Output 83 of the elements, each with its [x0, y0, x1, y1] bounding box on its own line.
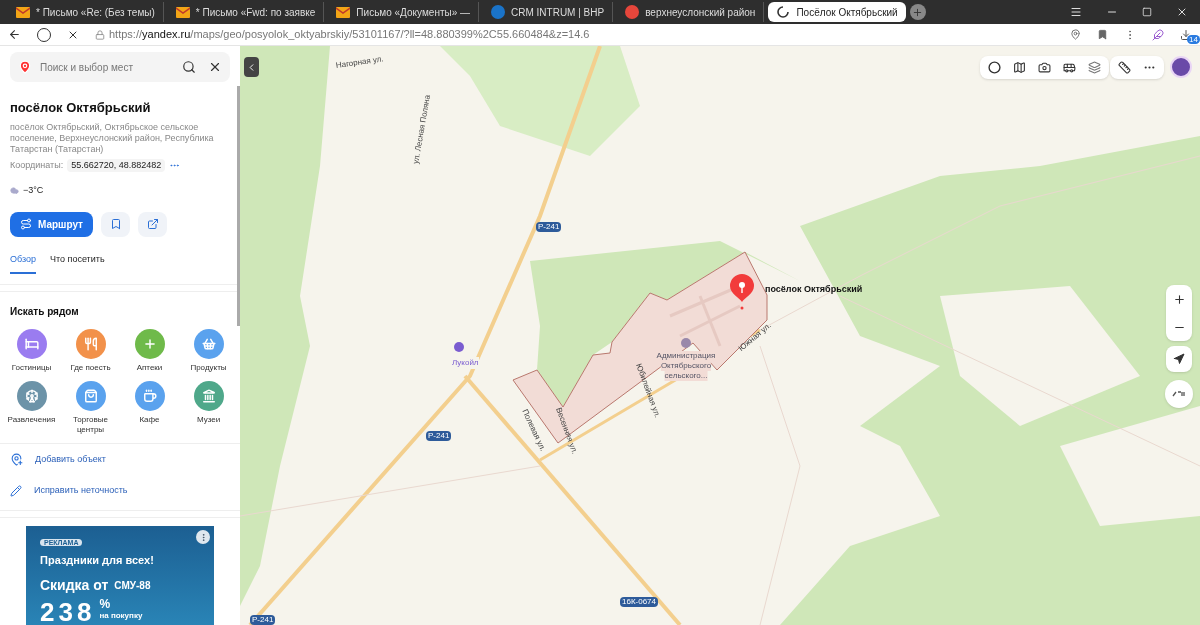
browser-tab[interactable]: * Письмо «Fwd: по заявке — [167, 2, 325, 22]
more-button[interactable] — [196, 530, 210, 544]
category-button[interactable]: Развлечения — [2, 381, 61, 435]
browser-tab[interactable]: Письмо «Документы» — — [328, 2, 479, 22]
temperature: −3°C — [23, 184, 44, 197]
loading-spinner-icon — [776, 5, 791, 19]
share-icon — [146, 218, 159, 230]
category-button[interactable]: Аптеки — [120, 329, 179, 373]
ad-headline: Праздники для всех! — [40, 553, 155, 568]
category-button[interactable]: Кафе — [120, 381, 179, 435]
ruler-icon[interactable] — [1118, 61, 1131, 74]
section-tab[interactable]: Что посетить — [50, 252, 105, 274]
map-icon[interactable] — [1013, 61, 1026, 74]
action-link[interactable]: Добавить объект — [10, 444, 106, 475]
browser-tab[interactable]: Посёлок Октябрьский — [768, 2, 906, 22]
route-icon — [20, 218, 32, 230]
pencil-icon — [10, 484, 22, 497]
location-icon[interactable] — [1070, 29, 1081, 40]
bookmark-button[interactable] — [101, 211, 130, 237]
road-number-label: 16К-0674 — [620, 597, 659, 607]
section-title: Искать рядом — [10, 305, 80, 319]
place-label: посёлок Октябрьский — [765, 283, 863, 296]
gas-station-label[interactable]: Лукойл — [452, 357, 479, 369]
pen-icon[interactable] — [1152, 28, 1164, 41]
category-button[interactable]: Продукты — [179, 329, 238, 373]
road-number-label: Р-241 — [250, 615, 276, 625]
road-number-label: Р-241 — [536, 222, 562, 232]
zoom-in-icon[interactable] — [1172, 292, 1186, 306]
category-button[interactable]: Музеи — [179, 381, 238, 435]
new-tab-button[interactable] — [909, 4, 926, 20]
download-count-badge: 14 — [1187, 34, 1200, 44]
url-field[interactable]: https://yandex.ru/maps/geo/posyolok_oktyabrskiy/53101167/?ll=48.880399%2C55.660484&z=14.6 — [95, 26, 1054, 43]
browser-tab[interactable]: верхнеуслонский район — [617, 2, 765, 22]
camera-icon[interactable] — [1038, 61, 1051, 74]
close-icon[interactable] — [208, 60, 222, 74]
circle-icon[interactable] — [988, 61, 1001, 74]
category-button[interactable]: Гостиницы — [2, 329, 61, 373]
ad-brand: СМУ-88 — [114, 578, 151, 593]
ad-big-number: 238 — [40, 597, 96, 625]
my-location-button[interactable] — [1166, 346, 1192, 372]
ad-percent: % — [99, 597, 112, 611]
browser-tab[interactable]: CRM INTRUM | ВНР — [483, 2, 614, 22]
ad-note: на покупку — [99, 610, 143, 621]
map-pin-icon — [18, 60, 32, 74]
search-field[interactable]: Поиск и выбор мест — [10, 52, 230, 82]
menu-icon[interactable] — [1070, 6, 1082, 18]
street-label: Нагорная ул. — [335, 53, 385, 72]
bookmark-icon — [109, 218, 122, 230]
place-address: посёлок Октябрьский, Октябрьское сельское поселение, Верхнеуслонский район, Республика Татарстан (Татарстан) — [10, 121, 215, 155]
place-title: посёлок Октябрьский — [10, 99, 152, 117]
ad-discount-text: Скидка от — [40, 575, 109, 595]
envelope-icon — [16, 6, 30, 18]
map-pin-icon[interactable] — [730, 274, 754, 310]
coordinates-value[interactable]: 55.662720, 48.882482 — [67, 158, 166, 172]
close-icon[interactable] — [1176, 6, 1188, 18]
section-tab[interactable]: Обзор — [10, 252, 36, 274]
add-place-icon — [10, 453, 23, 466]
coordinates-label: Координаты: — [10, 158, 64, 172]
restore-icon[interactable] — [1142, 7, 1152, 17]
envelope-icon — [336, 6, 351, 18]
browser-tab[interactable]: * Письмо «Re: (Без темы) — [8, 2, 164, 22]
plus-icon — [912, 6, 924, 18]
category-button[interactable]: Торговые центры — [61, 381, 120, 435]
route-button[interactable]: Маршрут — [10, 211, 93, 237]
back-icon[interactable] — [8, 28, 21, 41]
envelope-icon — [175, 6, 190, 18]
lock-icon — [95, 29, 105, 40]
bookmark-icon[interactable] — [1097, 29, 1108, 40]
search-icon[interactable] — [182, 60, 196, 74]
action-link[interactable]: Исправить неточность — [10, 475, 128, 506]
cloud-icon — [10, 186, 19, 196]
building-label: Октябрьского — [660, 361, 712, 371]
street-label: ул. Лесная Поляна — [410, 94, 434, 166]
layers-icon[interactable] — [1088, 61, 1101, 74]
category-button[interactable]: Где поесть — [61, 329, 120, 373]
collapse-sidebar-button[interactable] — [244, 57, 259, 77]
location-arrow-icon — [1173, 353, 1185, 365]
bus-icon[interactable] — [1063, 61, 1076, 74]
building-label: сельского... — [664, 371, 708, 381]
road-number-label: Р-241 — [426, 431, 452, 441]
building-label: Администрация — [656, 351, 716, 361]
scrollbar[interactable] — [237, 86, 240, 326]
share-button[interactable] — [138, 211, 167, 237]
